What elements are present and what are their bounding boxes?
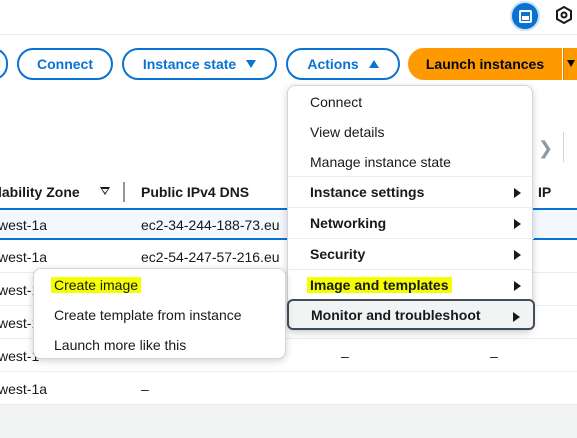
menu-item-view-details[interactable]: View details: [288, 117, 534, 147]
caret-up-icon: [368, 60, 379, 68]
menu-item-label: Create template from instance: [54, 307, 242, 323]
menu-group-label: Networking: [310, 215, 387, 231]
column-resizer[interactable]: [123, 182, 125, 202]
menu-item-launch-more-like-this[interactable]: Launch more like this: [34, 330, 287, 360]
menu-group-image-and-templates[interactable]: Image and templates: [288, 269, 534, 300]
actions-menu: Connect View details Manage instance sta…: [287, 85, 535, 331]
top-navigation-bar: [0, 0, 577, 34]
zone-cell: west-1a: [0, 381, 48, 397]
column-header-public-dns[interactable]: Public IPv4 DNS: [141, 184, 249, 200]
menu-group-networking[interactable]: Networking: [288, 207, 534, 238]
instance-state-button[interactable]: Instance state: [122, 48, 277, 80]
dns-cell: –: [141, 381, 149, 397]
zone-cell: west-1a: [0, 249, 48, 265]
chevron-right-icon: [514, 219, 521, 229]
menu-group-label: Security: [310, 246, 366, 262]
menu-group-security[interactable]: Security: [288, 238, 534, 269]
pager-divider: [563, 132, 564, 162]
launch-instances-label: Launch instances: [425, 56, 545, 72]
actions-button[interactable]: Actions: [286, 48, 400, 80]
next-page-icon[interactable]: ❯: [538, 138, 553, 159]
zone-cell: west-1a: [0, 217, 48, 233]
instance-state-button-label: Instance state: [142, 56, 237, 72]
menu-group-label: Image and templates: [307, 277, 452, 293]
dns-cell: ec2-54-247-57-216.eu: [141, 249, 280, 265]
dns-cell: ec2-34-244-188-73.eu: [141, 217, 280, 233]
cloudshell-icon[interactable]: [555, 6, 573, 24]
chevron-right-icon: [514, 250, 521, 260]
menu-item-label: View details: [310, 124, 385, 140]
menu-item-manage-instance-state[interactable]: Manage instance state: [288, 147, 534, 177]
chevron-right-icon: [514, 188, 521, 198]
menu-group-monitor-and-troubleshoot[interactable]: Monitor and troubleshoot: [287, 299, 535, 330]
console-layout-icon[interactable]: [510, 1, 540, 31]
column-header-availability-zone[interactable]: lability Zone: [0, 184, 80, 200]
dns-cell: –: [341, 348, 349, 364]
toolbar-divider: [0, 34, 577, 35]
chevron-right-icon: [514, 281, 521, 291]
caret-down-icon: [246, 60, 257, 68]
menu-item-label: Connect: [310, 94, 363, 110]
menu-item-connect[interactable]: Connect: [288, 87, 534, 117]
menu-group-label: Monitor and troubleshoot: [311, 306, 481, 323]
launch-caret-down-icon: [567, 60, 575, 67]
table-row[interactable]: west-1a –: [0, 373, 577, 405]
ip-cell: –: [490, 348, 498, 364]
menu-item-create-image[interactable]: Create image: [34, 270, 287, 300]
menu-item-label: Launch more like this: [54, 337, 187, 353]
image-and-templates-submenu: Create image Create template from instan…: [33, 268, 286, 359]
previous-toolbar-button[interactable]: [0, 48, 8, 80]
chevron-right-icon: [513, 312, 520, 322]
menu-group-instance-settings[interactable]: Instance settings: [288, 176, 534, 207]
column-header-ip[interactable]: IP: [538, 184, 551, 200]
connect-button[interactable]: Connect: [17, 48, 113, 80]
menu-item-label: Create image: [51, 277, 142, 293]
menu-group-label: Instance settings: [310, 184, 425, 200]
table-footer: [0, 405, 577, 438]
launch-instances-button[interactable]: Launch instances: [408, 48, 562, 80]
menu-item-create-template[interactable]: Create template from instance: [34, 300, 287, 330]
actions-button-label: Actions: [307, 56, 359, 72]
menu-item-label: Manage instance state: [310, 154, 451, 170]
connect-button-label: Connect: [37, 56, 93, 72]
sort-descending-icon[interactable]: [100, 187, 110, 195]
